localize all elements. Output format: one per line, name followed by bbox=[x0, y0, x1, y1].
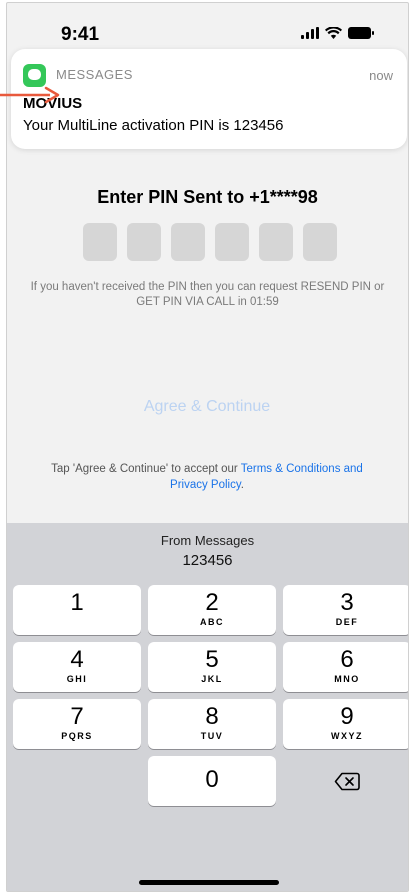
key-number: 2 bbox=[205, 589, 219, 616]
key-letters: DEF bbox=[335, 617, 359, 627]
agree-continue-button[interactable]: Agree & Continue bbox=[97, 398, 317, 428]
suggestion-label: From Messages bbox=[160, 533, 255, 548]
delete-key[interactable] bbox=[283, 756, 408, 806]
terms-prefix: Tap 'Agree & Continue' to accept our bbox=[51, 463, 241, 475]
key-0[interactable]: 0 bbox=[148, 756, 276, 806]
key-number: 6 bbox=[340, 646, 354, 673]
terms-text: Tap 'Agree & Continue' to accept our Ter… bbox=[47, 461, 367, 493]
suggestion-code: 123456 bbox=[182, 552, 233, 569]
key-number: 1 bbox=[70, 589, 84, 616]
numeric-keyboard: From Messages 123456 1 2 ABC 3 DEF 4 GHI… bbox=[7, 523, 408, 891]
notification-app-name: MESSAGES bbox=[56, 67, 133, 82]
key-9[interactable]: 9 WXYZ bbox=[283, 699, 408, 749]
key-2[interactable]: 2 ABC bbox=[148, 585, 276, 635]
key-letters: ABC bbox=[200, 617, 224, 627]
key-letters: WXYZ bbox=[331, 731, 363, 741]
key-letters: PQRS bbox=[61, 731, 93, 741]
key-number: 8 bbox=[205, 703, 219, 730]
terms-suffix: . bbox=[240, 479, 244, 491]
key-number: 3 bbox=[340, 589, 354, 616]
key-number: 4 bbox=[70, 646, 84, 673]
notification-body: Your MultiLine activation PIN is 123456 bbox=[23, 117, 284, 134]
key-number: 9 bbox=[340, 703, 354, 730]
status-icons bbox=[301, 27, 374, 39]
status-time: 9:41 bbox=[61, 24, 100, 45]
status-bar: 9:41 bbox=[7, 3, 408, 47]
notification-time: now bbox=[369, 68, 393, 83]
key-6[interactable]: 6 MNO bbox=[283, 642, 408, 692]
cellular-signal-icon bbox=[301, 27, 319, 39]
phone-screen: 9:41 MESSAGES now MOVIUS Your MultiLine bbox=[6, 2, 409, 892]
key-number: 5 bbox=[205, 646, 219, 673]
pin-input[interactable] bbox=[83, 223, 337, 261]
key-5[interactable]: 5 JKL bbox=[148, 642, 276, 692]
key-letters: TUV bbox=[200, 731, 224, 741]
pin-digit-box[interactable] bbox=[83, 223, 117, 261]
resend-info-text: If you haven't received the PIN then you… bbox=[30, 281, 385, 308]
annotation-arrow-icon bbox=[0, 86, 60, 104]
pin-title: Enter PIN Sent to +1****98 bbox=[97, 187, 318, 207]
key-letters: JKL bbox=[201, 674, 223, 684]
pin-digit-box[interactable] bbox=[303, 223, 337, 261]
key-letters: MNO bbox=[334, 674, 360, 684]
home-indicator[interactable] bbox=[139, 880, 279, 885]
key-letters: GHI bbox=[66, 674, 88, 684]
key-8[interactable]: 8 TUV bbox=[148, 699, 276, 749]
backspace-icon bbox=[334, 772, 360, 790]
wifi-icon bbox=[325, 27, 342, 39]
key-4[interactable]: 4 GHI bbox=[13, 642, 141, 692]
key-7[interactable]: 7 PQRS bbox=[13, 699, 141, 749]
key-number: 0 bbox=[205, 766, 219, 793]
key-1[interactable]: 1 bbox=[13, 585, 141, 635]
autofill-suggestion[interactable]: From Messages 123456 bbox=[7, 533, 408, 569]
battery-icon bbox=[348, 27, 374, 39]
pin-digit-box[interactable] bbox=[259, 223, 293, 261]
message-notification[interactable]: MESSAGES now MOVIUS Your MultiLine activ… bbox=[11, 49, 407, 149]
pin-digit-box[interactable] bbox=[215, 223, 249, 261]
key-number: 7 bbox=[70, 703, 84, 730]
pin-digit-box[interactable] bbox=[127, 223, 161, 261]
pin-digit-box[interactable] bbox=[171, 223, 205, 261]
key-3[interactable]: 3 DEF bbox=[283, 585, 408, 635]
